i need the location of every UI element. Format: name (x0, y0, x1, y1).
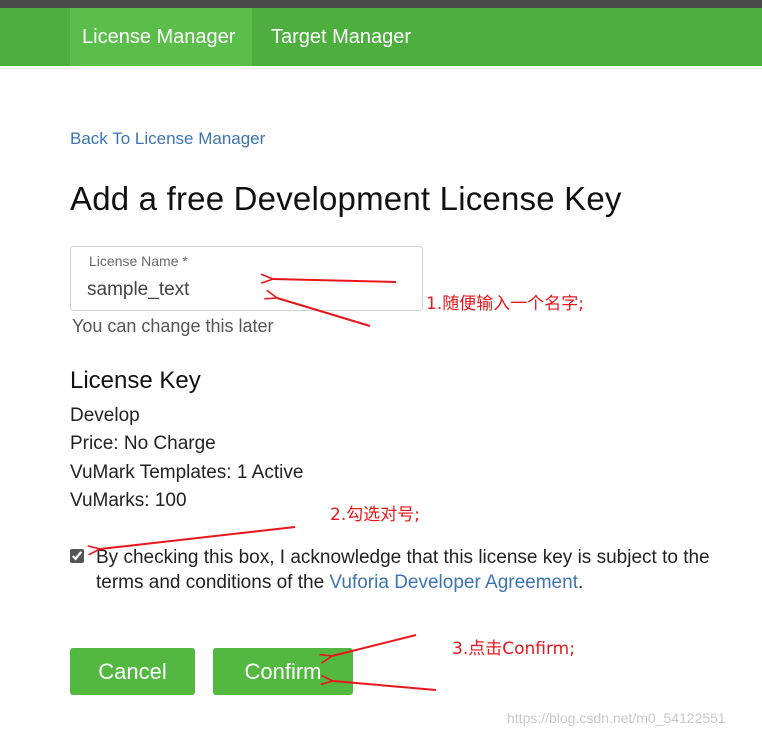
vumark-templates: VuMark Templates: 1 Active (70, 462, 304, 483)
license-key-heading: License Key (70, 367, 201, 394)
license-name-help-text: You can change this later (72, 316, 274, 336)
agreement-text-after: . (577, 572, 584, 593)
navbar: License Manager Target Manager (0, 8, 762, 66)
license-type: Develop (70, 405, 140, 426)
license-name-input[interactable] (87, 277, 407, 303)
annotation-step2: 2.勾选对号; (330, 505, 420, 525)
vuforia-developer-agreement-link[interactable]: Vuforia Developer Agreement (329, 572, 578, 593)
license-price: Price: No Charge (70, 433, 216, 454)
agreement-checkbox[interactable] (70, 549, 84, 563)
cancel-button[interactable]: Cancel (70, 648, 195, 695)
license-name-field: License Name * (70, 246, 423, 311)
agreement-text: By checking this box, I acknowledge that… (96, 545, 746, 595)
watermark: https://blog.csdn.net/m0_54122551 (507, 710, 726, 726)
back-to-license-manager-link[interactable]: Back To License Manager (70, 129, 265, 149)
annotation-step1: 1.随便输入一个名字; (426, 294, 584, 314)
license-name-label: License Name * (89, 253, 188, 269)
page-title: Add a free Development License Key (70, 180, 622, 217)
vumarks-count: VuMarks: 100 (70, 490, 187, 511)
tab-target-manager[interactable]: Target Manager (259, 8, 423, 66)
confirm-button[interactable]: Confirm (213, 648, 353, 695)
annotation-step3: 3.点击Confirm; (452, 639, 575, 659)
tab-license-manager[interactable]: License Manager (70, 8, 252, 66)
top-strip (0, 0, 762, 8)
